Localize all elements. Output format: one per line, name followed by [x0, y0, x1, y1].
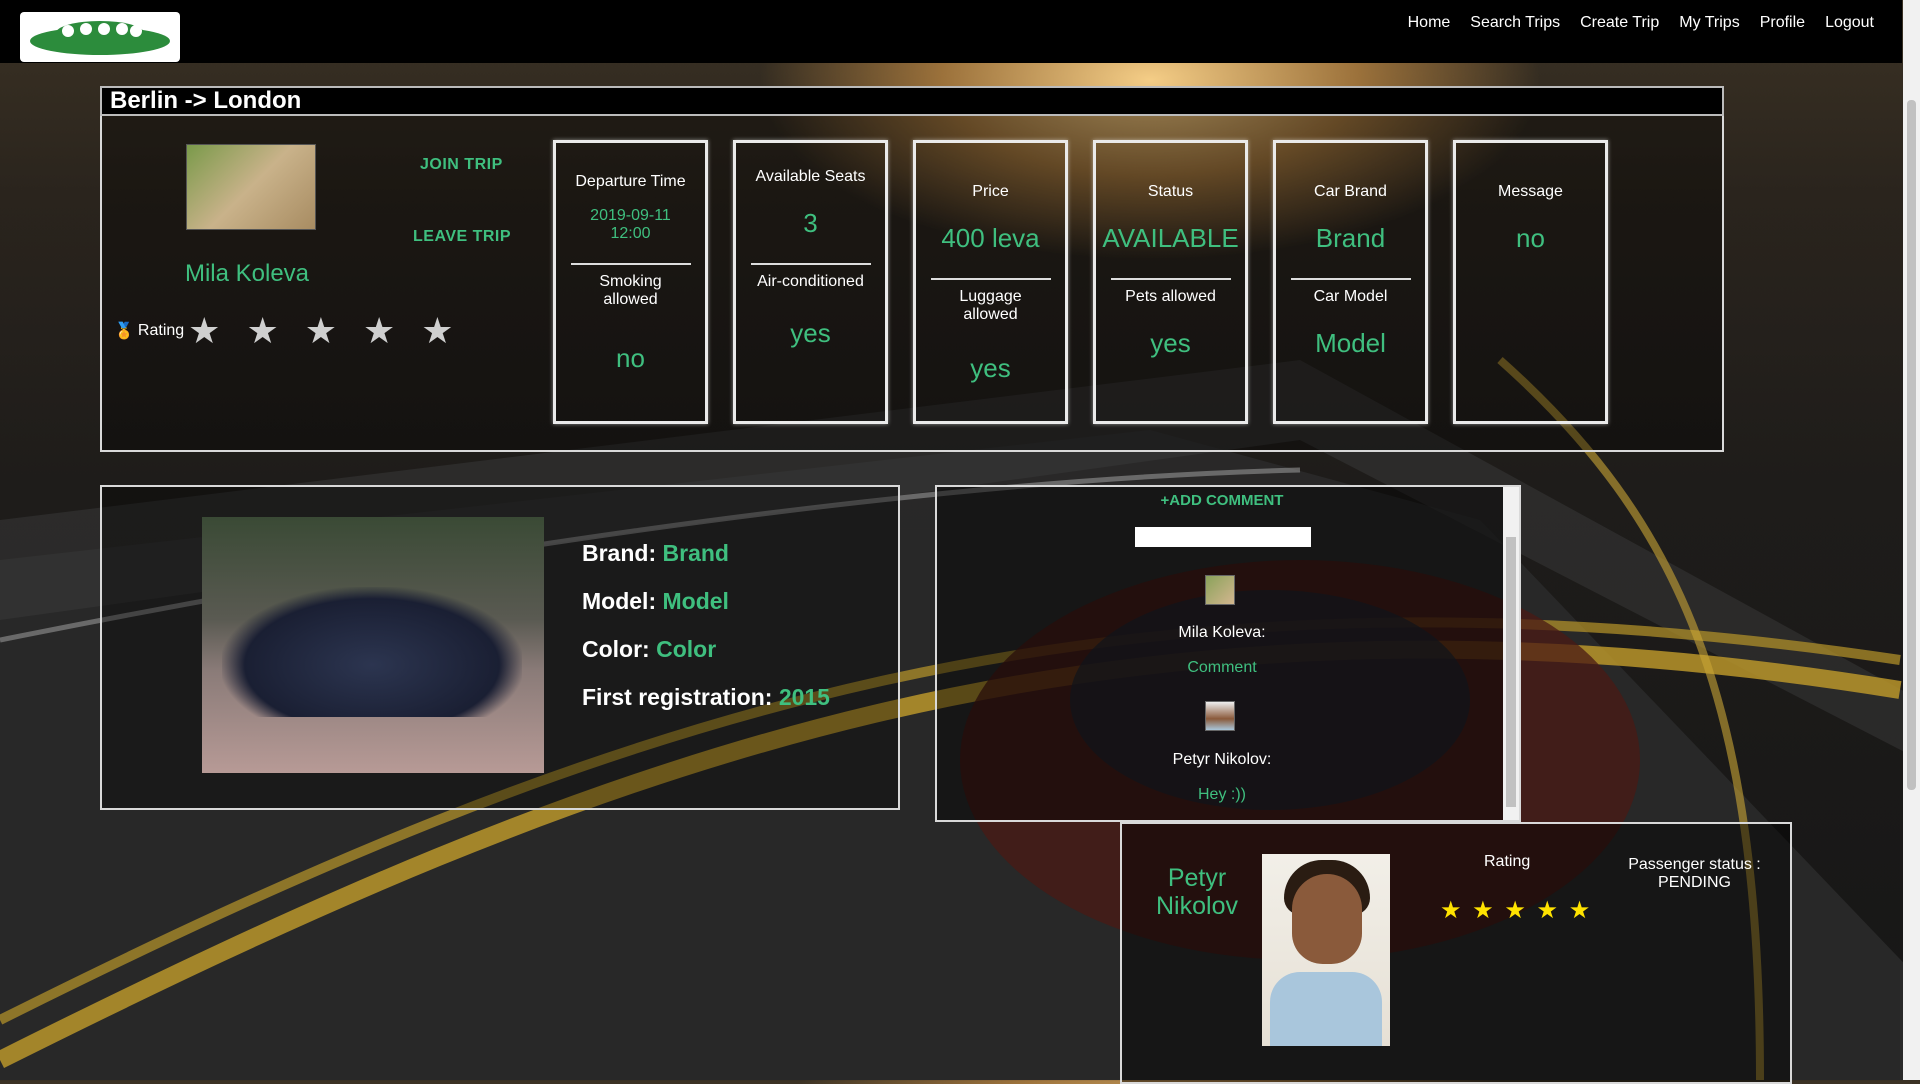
car-brand-row: Brand: Brand: [582, 540, 729, 567]
passenger-rating-label: Rating: [1484, 853, 1531, 870]
scrollbar-thumb[interactable]: [1907, 100, 1916, 790]
car-brand-value: Brand: [1315, 223, 1386, 253]
car-color-row: Color: Color: [582, 636, 716, 663]
page-scrollbar[interactable]: [1903, 0, 1920, 1080]
luggage-label: Luggage allowed: [959, 288, 1022, 323]
comment-author: Petyr Nikolov:: [1172, 751, 1272, 768]
brand-value: Brand: [662, 540, 729, 566]
passenger-status: Passenger status : PENDING: [1628, 856, 1761, 891]
message-label: Message: [1498, 183, 1563, 200]
divider: [751, 263, 871, 265]
comment-avatar: [1205, 575, 1235, 605]
color-value: Color: [656, 636, 717, 662]
medal-icon: 🏅: [114, 323, 134, 340]
smoking-value: no: [616, 343, 645, 373]
info-box-message: Message no: [1453, 140, 1608, 424]
luggage-value: yes: [970, 353, 1011, 383]
registration-value: 2015: [778, 684, 830, 710]
aircon-value: yes: [790, 318, 831, 348]
brand-label: Brand:: [582, 540, 657, 566]
comment-text: Comment: [1187, 659, 1257, 676]
model-label: Model:: [582, 588, 657, 614]
comment-input[interactable]: [1135, 527, 1311, 547]
price-label: Price: [972, 183, 1009, 200]
info-box-seats: Available Seats 3 Air-conditioned yes: [733, 140, 888, 424]
trip-details-panel: Mila Koleva 🏅 Rating ★ ★ ★ ★ ★ JOIN TRIP…: [100, 114, 1724, 452]
rating-label: Rating: [137, 322, 185, 339]
registration-label: First registration:: [582, 684, 773, 710]
pets-value: yes: [1150, 328, 1191, 358]
trip-title: Berlin -> London: [100, 86, 1724, 116]
divider: [571, 263, 691, 265]
join-trip-button[interactable]: JOIN TRIP: [420, 156, 503, 174]
divider: [1291, 278, 1411, 280]
info-box-status: Status AVAILABLE Pets allowed yes: [1093, 140, 1248, 424]
model-value: Model: [662, 588, 729, 614]
departure-label: Departure Time: [575, 173, 686, 190]
nav-profile[interactable]: Profile: [1760, 14, 1805, 32]
passenger-rating-stars[interactable]: ★ ★ ★ ★ ★: [1440, 896, 1592, 925]
pets-label: Pets allowed: [1125, 288, 1216, 305]
info-box-departure: Departure Time 2019-09-11 12:00 Smoking …: [553, 140, 708, 424]
driver-rating: 🏅 Rating ★ ★ ★ ★ ★: [114, 310, 462, 352]
aircon-label: Air-conditioned: [757, 273, 864, 290]
car-model-value: Model: [1315, 328, 1386, 358]
message-value: no: [1516, 223, 1545, 253]
comment-avatar: [1205, 701, 1235, 731]
divider: [1111, 278, 1231, 280]
comment-text: Hey :)): [1198, 786, 1246, 803]
car-model-label: Car Model: [1313, 288, 1388, 305]
info-box-price: Price 400 leva Luggage allowed yes: [913, 140, 1068, 424]
divider: [931, 278, 1051, 280]
comments-panel: +ADD COMMENT Mila Koleva: Comment Petyr …: [935, 485, 1521, 822]
car-model-row: Model: Model: [582, 588, 729, 615]
departure-value: 2019-09-11 12:00: [590, 207, 671, 242]
car-image: [222, 587, 522, 717]
nav-home[interactable]: Home: [1408, 14, 1451, 32]
scrollbar-thumb[interactable]: [1506, 537, 1516, 807]
car-brand-label: Car Brand: [1314, 183, 1387, 200]
car-logo-icon: [30, 21, 170, 55]
status-value: AVAILABLE: [1102, 223, 1239, 253]
seats-value: 3: [803, 208, 818, 238]
car-registration-row: First registration: 2015: [582, 684, 830, 711]
passenger-photo: [1262, 854, 1390, 1046]
info-box-car-brand: Car Brand Brand Car Model Model: [1273, 140, 1428, 424]
driver-name[interactable]: Mila Koleva: [142, 260, 352, 288]
top-navbar: Home Search Trips Create Trip My Trips P…: [0, 0, 1902, 63]
logo[interactable]: [20, 12, 180, 62]
leave-trip-button[interactable]: LEAVE TRIP: [413, 228, 511, 246]
car-photo: [202, 517, 544, 773]
passenger-panel: Petyr Nikolov Rating ★ ★ ★ ★ ★ Passenger…: [1120, 822, 1792, 1084]
comments-scrollbar[interactable]: [1503, 487, 1519, 820]
nav-my-trips[interactable]: My Trips: [1679, 14, 1739, 32]
color-label: Color:: [582, 636, 650, 662]
seats-label: Available Seats: [755, 168, 866, 185]
driver-avatar[interactable]: [186, 144, 316, 230]
nav-create-trip[interactable]: Create Trip: [1580, 14, 1659, 32]
comment-author: Mila Koleva:: [1178, 624, 1266, 641]
smoking-label: Smoking allowed: [599, 273, 662, 308]
price-value: 400 leva: [941, 223, 1040, 253]
add-comment-button[interactable]: +ADD COMMENT: [937, 492, 1507, 509]
nav-search-trips[interactable]: Search Trips: [1470, 14, 1560, 32]
rating-stars[interactable]: ★ ★ ★ ★ ★: [188, 310, 461, 352]
passenger-name[interactable]: Petyr Nikolov: [1142, 864, 1252, 920]
nav-logout[interactable]: Logout: [1825, 14, 1874, 32]
car-details-panel: Brand: Brand Model: Model Color: Color F…: [100, 485, 900, 810]
status-label: Status: [1147, 183, 1194, 200]
